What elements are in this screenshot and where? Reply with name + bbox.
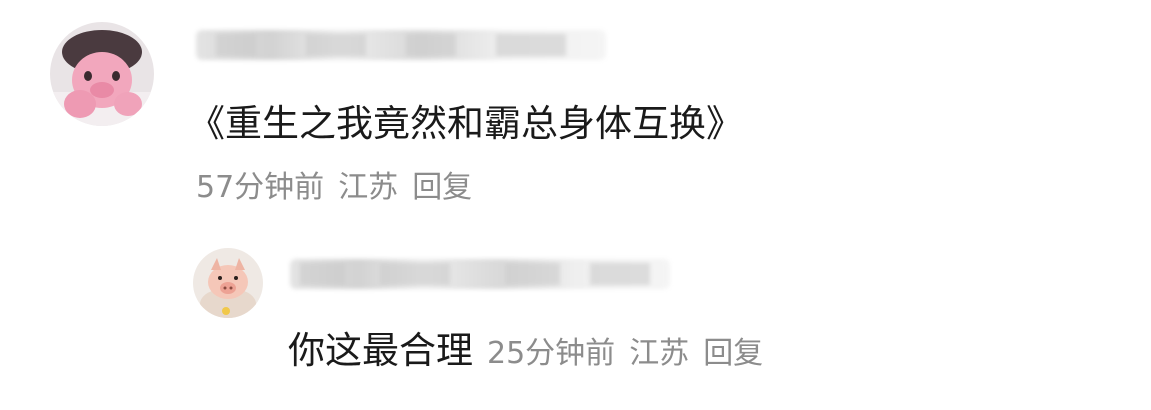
reply-time: 25分钟前: [487, 336, 616, 371]
comment-time: 57分钟前: [196, 170, 325, 205]
comment-meta: 57分钟前 江苏 回复: [196, 162, 486, 206]
reply-text: 你这最合理: [288, 329, 473, 372]
user-avatar[interactable]: [193, 248, 263, 318]
username-blurred[interactable]: [196, 30, 606, 60]
reply-line: 你这最合理 25分钟前 江苏 回复: [288, 320, 777, 374]
user-avatar[interactable]: [50, 22, 154, 126]
reply-button[interactable]: 回复: [412, 170, 472, 205]
reply-item: 你这最合理 25分钟前 江苏 回复: [0, 215, 1151, 410]
pig-avatar-icon: [193, 248, 263, 318]
reply-location: 江苏: [629, 336, 690, 371]
comment-location: 江苏: [338, 170, 399, 205]
username-blurred[interactable]: [290, 259, 670, 289]
comment-text: 《重生之我竟然和霸总身体互换》: [188, 102, 743, 145]
reply-button[interactable]: 回复: [703, 336, 763, 371]
pink-cartoon-avatar-icon: [50, 22, 154, 126]
comment-item: 《重生之我竟然和霸总身体互换》 57分钟前 江苏 回复: [0, 0, 1151, 215]
